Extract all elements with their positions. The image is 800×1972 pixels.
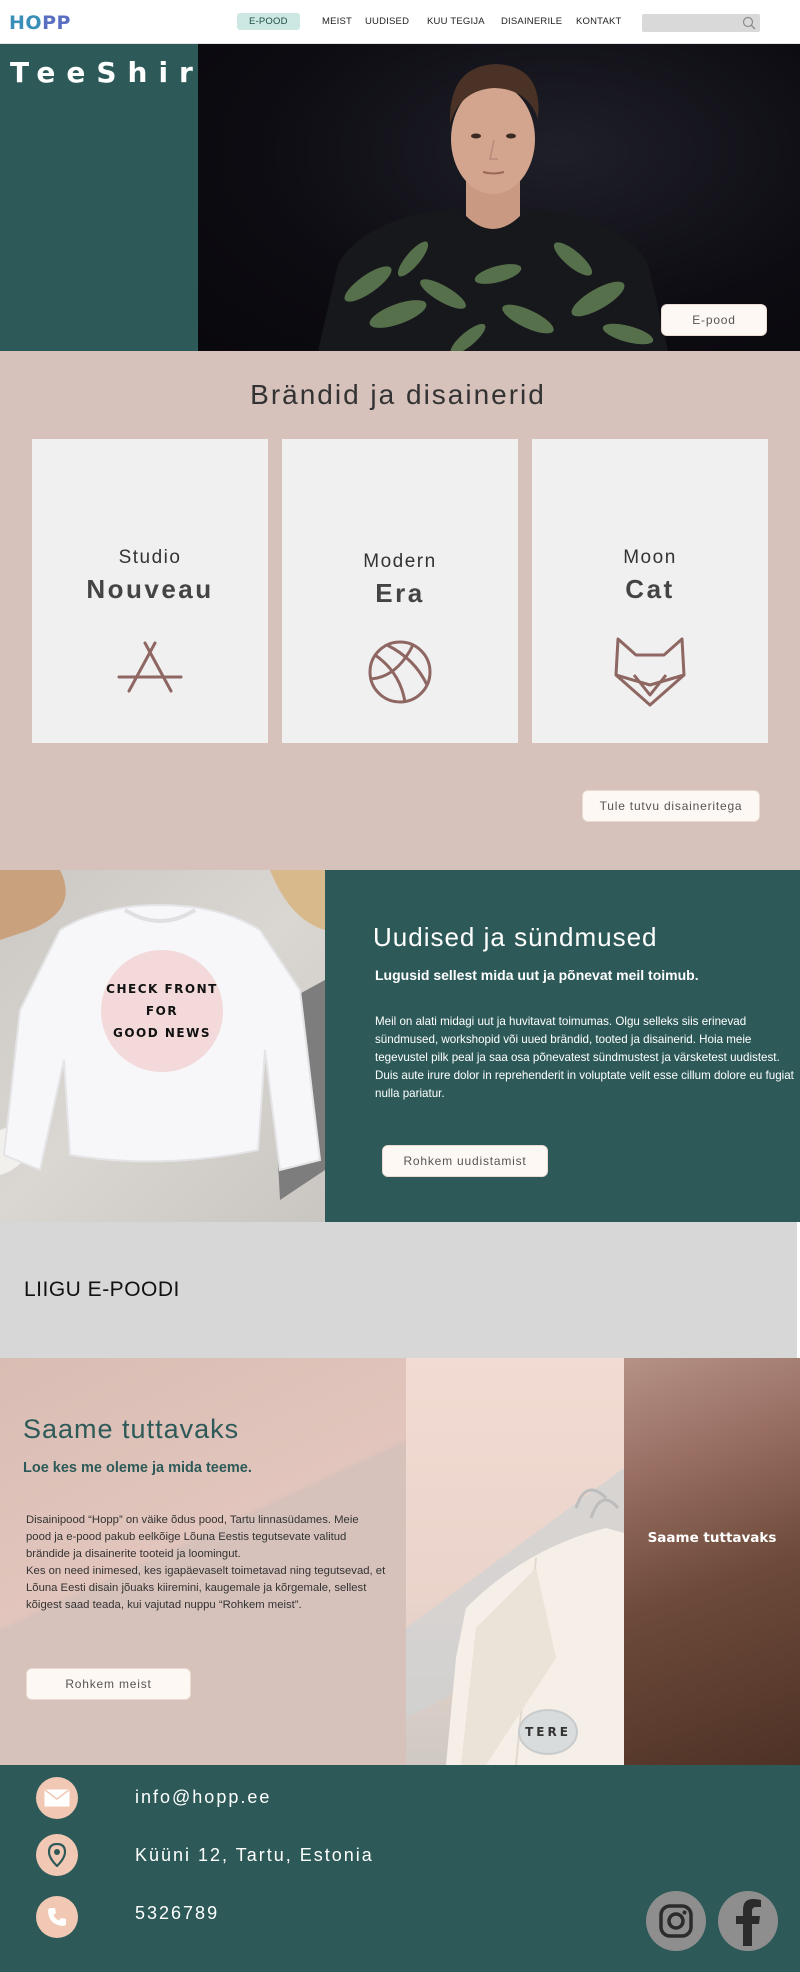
nav-item-meist[interactable]: MEIST: [322, 16, 352, 27]
search-input[interactable]: [642, 14, 760, 32]
hanger-illustration: [406, 1468, 624, 1765]
envelope-icon: [44, 1789, 70, 1807]
brand-card-small-label: Studio: [118, 547, 182, 568]
about-texture-panel[interactable]: Saame tuttavaks: [624, 1358, 800, 1765]
brands-title: Brändid ja disainerid: [250, 379, 546, 410]
go-to-shop-banner[interactable]: LIIGU E-POODI: [0, 1222, 800, 1358]
brand-card-big-label: Nouveau: [86, 574, 214, 604]
logo-part-2: PP: [42, 12, 71, 34]
phone-icon: [48, 1908, 66, 1926]
about-section: Saame tuttavaks Loe kes me oleme ja mida…: [0, 1358, 800, 1765]
brand-card-studio-nouveau[interactable]: Studio Nouveau: [32, 439, 268, 743]
hero-title: TeeShirt: [10, 56, 229, 89]
news-body: Meil on alati midagi uut ja huvitavat to…: [375, 1015, 794, 1100]
footer-phone[interactable]: 5326789: [135, 1903, 219, 1924]
news-badge-line-2: FOR: [145, 1004, 179, 1018]
app-store-icon: [117, 641, 183, 693]
nav-item-epood[interactable]: E-POOD: [237, 13, 300, 30]
go-to-shop-text: LIIGU E-POODI: [24, 1278, 180, 1301]
news-badge-line-3: GOOD NEWS: [112, 1026, 211, 1040]
meet-designers-button[interactable]: Tule tutvu disaineritega: [582, 790, 760, 822]
about-subtitle: Loe kes me oleme ja mida teeme.: [23, 1460, 252, 1476]
brand-card-big-label: Era: [375, 578, 425, 608]
phone-icon-circle: [36, 1896, 78, 1938]
search-icon[interactable]: [742, 16, 756, 30]
footer-email[interactable]: info@hopp.ee: [135, 1787, 271, 1808]
location-pin-icon: [48, 1843, 66, 1867]
tere-badge[interactable]: TERE: [518, 1709, 578, 1755]
nav-item-kuu-tegija[interactable]: KUU TEGIJA: [427, 16, 485, 27]
basketball-icon: [368, 640, 432, 704]
about-title: Saame tuttavaks: [23, 1414, 240, 1444]
brand-card-moon-cat[interactable]: Moon Cat: [532, 439, 768, 743]
hero-section: TeeShirt E-pood: [0, 44, 800, 351]
email-icon-circle: [36, 1777, 78, 1819]
about-right-label: Saame tuttavaks: [647, 1530, 777, 1546]
news-sweater-photo: CHECK FRONT FOR GOOD NEWS: [0, 870, 325, 1222]
nav-item-kontakt[interactable]: KONTAKT: [576, 16, 622, 27]
about-clothes-photo: TERE: [406, 1358, 624, 1765]
fox-icon: [614, 637, 686, 707]
nav-item-uudised[interactable]: UUDISED: [365, 16, 409, 27]
brand-card-small-label: Modern: [363, 551, 437, 572]
about-more-button[interactable]: Rohkem meist: [26, 1668, 191, 1700]
about-body: Disainipood “Hopp” on väike õdus pood, T…: [26, 1514, 386, 1611]
brand-card-small-label: Moon: [623, 547, 677, 568]
top-nav: HOPP E-POOD MEIST UUDISED KUU TEGIJA DIS…: [0, 0, 800, 44]
footer-address: Küüni 12, Tartu, Estonia: [135, 1845, 374, 1865]
facebook-icon: [736, 1899, 761, 1946]
news-badge-line-1: CHECK FRONT: [106, 982, 218, 996]
about-text-panel: Saame tuttavaks Loe kes me oleme ja mida…: [0, 1358, 406, 1765]
footer: info@hopp.ee Küüni 12, Tartu, Estonia 53…: [0, 1765, 800, 1972]
news-badge: CHECK FRONT FOR GOOD NEWS: [101, 950, 223, 1072]
hero-title-panel: TeeShirt: [0, 44, 217, 351]
brand-card-big-label: Cat: [625, 574, 675, 604]
hero-epood-button[interactable]: E-pood: [661, 304, 767, 336]
more-news-button[interactable]: Rohkem uudistamist: [382, 1145, 548, 1177]
news-section: CHECK FRONT FOR GOOD NEWS Uudised ja sün…: [0, 870, 800, 1222]
brands-section: Brändid ja disainerid Studio Nouveau Mod…: [0, 351, 800, 870]
location-icon-circle: [36, 1834, 78, 1876]
instagram-icon: [659, 1904, 693, 1938]
logo-part-1: HO: [9, 12, 43, 34]
news-text-panel: Uudised ja sündmused Lugusid sellest mid…: [325, 870, 800, 1222]
logo[interactable]: HOPP: [9, 12, 71, 34]
facebook-button[interactable]: [718, 1891, 778, 1951]
nav-item-disainerile[interactable]: DISAINERILE: [501, 16, 562, 27]
brand-card-modern-era[interactable]: Modern Era: [282, 439, 518, 743]
news-title: Uudised ja sündmused: [373, 922, 658, 952]
news-subtitle: Lugusid sellest mida uut ja põnevat meil…: [375, 967, 699, 983]
instagram-button[interactable]: [646, 1891, 706, 1951]
hero-model-photo: E-pood: [198, 44, 800, 351]
